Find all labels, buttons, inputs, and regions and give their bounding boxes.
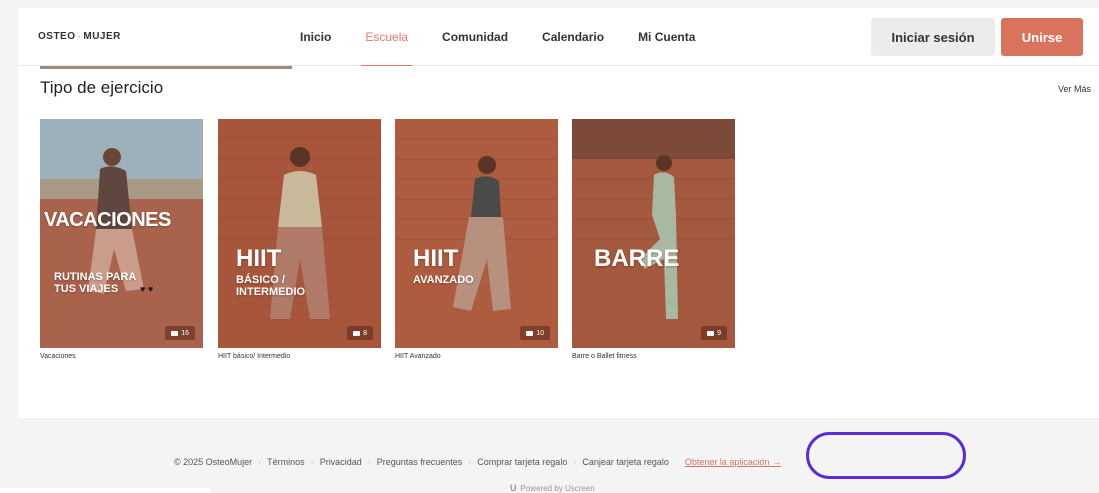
powered-by-text: Powered by Uscreen	[520, 483, 595, 493]
uscreen-logo-icon: U	[510, 483, 517, 493]
card-subtitle-hiit-basico: BÁSICO / INTERMEDIO	[236, 274, 306, 298]
camera-icon	[707, 330, 715, 336]
video-count-badge: 16	[165, 326, 195, 340]
camera-icon	[171, 330, 179, 336]
hearts-decoration: ♥ ♥	[140, 284, 154, 294]
previous-section-image-edge	[40, 66, 292, 69]
logo-left-text: OSTEO	[38, 31, 76, 42]
footer: © 2025 OsteoMujer · Términos · Privacida…	[18, 432, 1099, 493]
footer-link-terminos[interactable]: Términos	[267, 457, 305, 467]
card-title-barre: BARRE	[594, 245, 680, 272]
nav-mi-cuenta[interactable]: Mi Cuenta	[638, 8, 695, 66]
footer-link-redeem-gift-card[interactable]: Canjear tarjeta regalo	[582, 457, 669, 467]
nav-escuela[interactable]: Escuela	[361, 8, 412, 67]
nav-inicio[interactable]: Inicio	[300, 8, 331, 66]
nav-calendario[interactable]: Calendario	[542, 8, 604, 66]
video-count-badge: 8	[347, 326, 373, 340]
card-image-hiit-avanzado	[395, 119, 558, 348]
video-count: 9	[717, 329, 721, 337]
card-image-barre	[572, 119, 735, 348]
category-card-hiit-basico[interactable]: HIIT BÁSICO / INTERMEDIO 8	[218, 119, 381, 348]
top-navigation-bar: OSTEO · MUJER Inicio Escuela Comunidad Cal…	[18, 8, 1099, 67]
card-title-hiit-avanzado: HIIT	[413, 245, 459, 272]
card-subtitle-vacaciones: RUTINAS PARA TUS VIAJES	[54, 271, 137, 295]
annotation-highlight-circle	[806, 432, 966, 479]
card-title-hiit-basico: HIIT	[236, 245, 282, 272]
main-content: Tipo de ejercicio Ver Más VACACIONES RUT…	[18, 66, 1099, 418]
section-title: Tipo de ejercicio	[40, 78, 164, 97]
category-card-barre[interactable]: BARRE 9	[572, 119, 735, 348]
site-logo[interactable]: OSTEO · MUJER	[38, 31, 121, 42]
category-card-vacaciones[interactable]: VACACIONES RUTINAS PARA TUS VIAJES ♥ ♥ 1…	[40, 119, 203, 348]
logo-right-text: MUJER	[83, 31, 121, 42]
login-button[interactable]: Iniciar sesión	[871, 18, 995, 56]
footer-link-buy-gift-card[interactable]: Comprar tarjeta regalo	[477, 457, 567, 467]
bottom-edge-strip	[0, 488, 210, 493]
camera-icon	[526, 330, 534, 336]
join-button[interactable]: Unirse	[1001, 18, 1083, 56]
camera-icon	[353, 330, 361, 336]
see-more-link[interactable]: Ver Más	[1058, 84, 1091, 94]
main-nav: Inicio Escuela Comunidad Calendario Mi C…	[300, 8, 729, 67]
powered-by[interactable]: U Powered by Uscreen	[510, 483, 595, 493]
card-image-vacaciones	[40, 119, 203, 348]
nav-comunidad[interactable]: Comunidad	[442, 8, 508, 66]
card-title-vacaciones: VACACIONES	[44, 209, 171, 231]
footer-link-faq[interactable]: Preguntas frecuentes	[377, 457, 463, 467]
category-card-hiit-avanzado[interactable]: HIIT AVANZADO 10	[395, 119, 558, 348]
video-count: 8	[363, 329, 367, 337]
separator-dot: ·	[573, 457, 577, 467]
get-app-link[interactable]: Obtener la aplicación →	[685, 457, 781, 467]
separator-dot: ·	[310, 457, 314, 467]
card-image-hiit-basico	[218, 119, 381, 348]
separator-dot: ·	[258, 457, 262, 467]
footer-link-privacidad[interactable]: Privacidad	[320, 457, 362, 467]
separator-dot: ·	[468, 457, 472, 467]
card-caption-vacaciones[interactable]: Vacaciones	[40, 353, 76, 360]
card-caption-barre[interactable]: Barre o Ballet fitness	[572, 353, 637, 360]
video-count: 16	[181, 329, 189, 337]
logo-separator: ·	[77, 31, 82, 42]
video-count-badge: 10	[520, 326, 550, 340]
card-subtitle-hiit-avanzado: AVANZADO	[413, 274, 474, 286]
video-count-badge: 9	[701, 326, 727, 340]
copyright: © 2025 OsteoMujer	[174, 457, 253, 467]
footer-links: © 2025 OsteoMujer · Términos · Privacida…	[174, 457, 781, 467]
separator-dot: ·	[367, 457, 371, 467]
video-count: 10	[536, 329, 544, 337]
card-caption-hiit-basico[interactable]: HIIT básico/ Intermedio	[218, 353, 290, 360]
card-caption-hiit-avanzado[interactable]: HIIT Avanzado	[395, 353, 441, 360]
